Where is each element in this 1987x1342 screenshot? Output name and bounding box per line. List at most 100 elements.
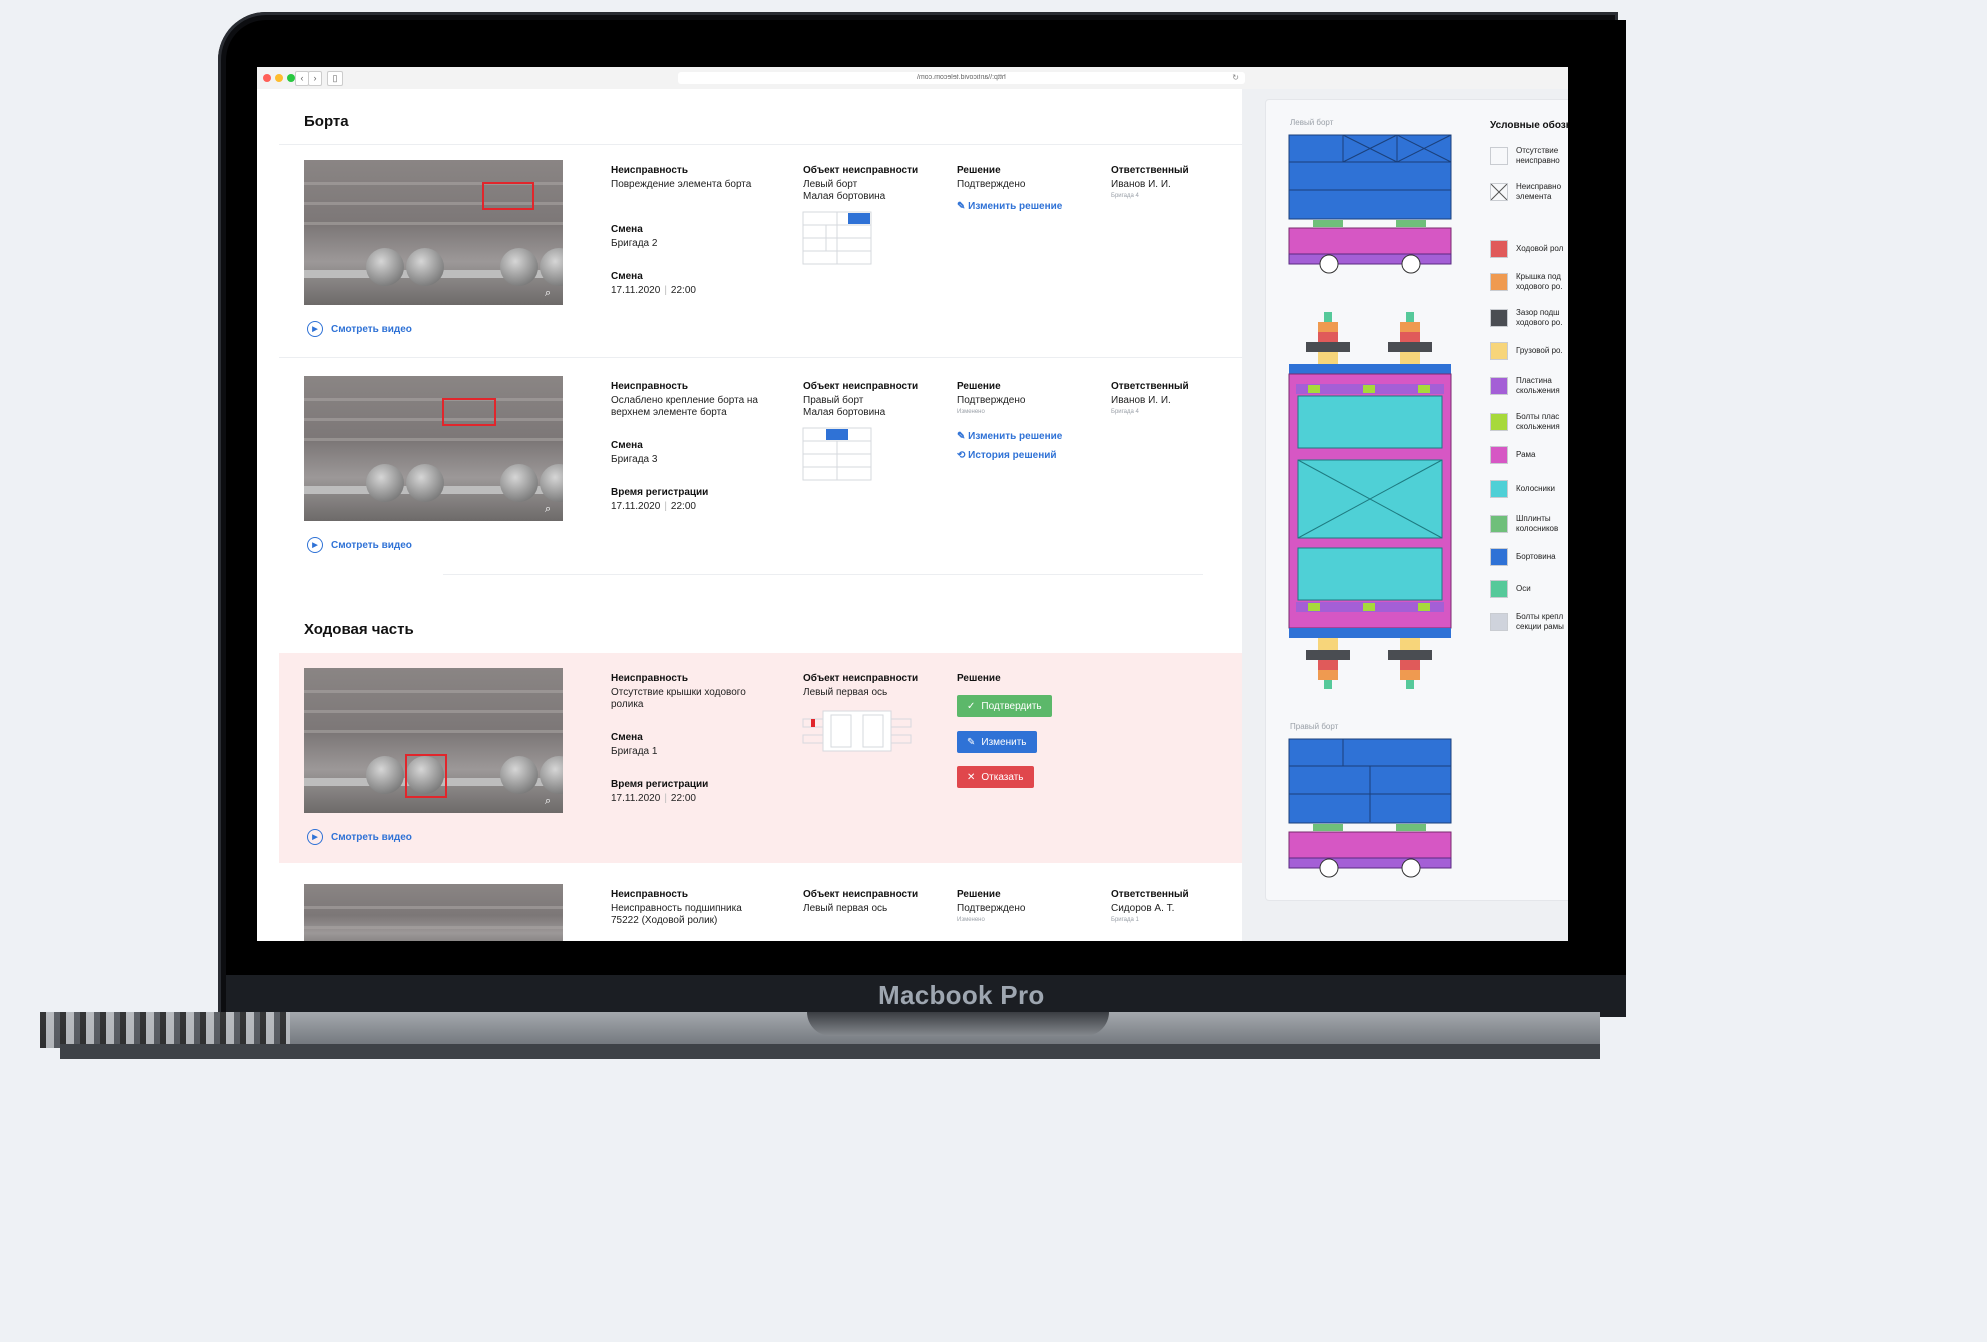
watch-video-link[interactable]: ▶ Смотреть видео — [307, 829, 412, 845]
fault-value: Отсутствие крышки ходового ролика — [611, 687, 746, 710]
change-decision-label: Изменить решение — [968, 431, 1063, 442]
decision-label: Решение — [957, 889, 1001, 900]
fault-photo[interactable] — [304, 884, 563, 941]
fault-label: Неисправность — [611, 165, 688, 176]
fault-label: Неисправность — [611, 673, 688, 684]
decision-history-label: История решений — [968, 450, 1057, 461]
time-label: Смена — [611, 271, 643, 282]
fault-highlight-box — [405, 754, 447, 798]
pencil-icon: ✎ — [967, 736, 976, 748]
minimize-window-button[interactable] — [275, 74, 283, 82]
responsible-value: Иванов И. И. — [1111, 179, 1171, 190]
axle-scheme-thumbnail — [802, 710, 912, 752]
decision-label: Решение — [957, 673, 1001, 684]
datetime-value: 17.11.2020 | 22:00 — [611, 285, 696, 296]
time-label: Время регистрации — [611, 779, 709, 790]
laptop-notch — [807, 1012, 1109, 1036]
zoom-icon[interactable]: ⌕ — [545, 503, 557, 515]
brigade-value: Бригада 4 — [1111, 409, 1139, 415]
legend-item: Крышка под ходового ро. — [1490, 272, 1562, 292]
fault-value: Ослаблено крепление борта на верхнем эле… — [611, 395, 758, 418]
legend-swatch — [1490, 548, 1508, 566]
section-title-running-gear: Ходовая часть — [304, 621, 414, 638]
decision-label: Решение — [957, 381, 1001, 392]
check-icon: ✓ — [967, 700, 976, 712]
legend-swatch — [1490, 273, 1508, 291]
legend-item: Зазор подш ходового ро. — [1490, 308, 1562, 328]
left-side-label: Левый борт — [1290, 118, 1334, 127]
legend-item: Колосники — [1490, 480, 1555, 498]
datetime-value: 17.11.2020 | 22:00 — [611, 793, 696, 804]
decision-history-link[interactable]: ⟲ История решений — [957, 450, 1057, 461]
fault-highlight-box — [442, 398, 496, 426]
shift-value: Бригада 1 — [611, 746, 658, 757]
date-value: 17.11.2020 — [611, 501, 661, 512]
legend-item: Пластина скольжения — [1490, 376, 1560, 396]
legend-swatch — [1490, 309, 1508, 327]
fault-card: ⌕ ▶ Смотреть видео Неисправность Поврежд… — [279, 145, 1242, 355]
zoom-icon[interactable]: ⌕ — [545, 287, 557, 299]
object-label: Объект неисправности — [803, 381, 919, 392]
shift-label: Смена — [611, 440, 643, 451]
back-icon[interactable]: ‹ — [295, 71, 309, 86]
legend-label: Болты плас скольжения — [1516, 412, 1560, 431]
legend-label: Ходовой рол — [1516, 244, 1564, 253]
scheme-card: Левый борт Правый борт Условные обозн От… — [1265, 99, 1568, 901]
sidebar-toggle-icon[interactable]: ▯ — [327, 71, 343, 86]
changed-note: Изменено — [957, 917, 985, 923]
datetime-value: 17.11.2020 | 22:00 — [611, 501, 696, 512]
maximize-window-button[interactable] — [287, 74, 295, 82]
change-decision-link[interactable]: ✎ Изменить решение — [957, 201, 1062, 212]
watch-video-link[interactable]: ▶ Смотреть видео — [307, 321, 412, 337]
close-window-button[interactable] — [263, 74, 271, 82]
url-bar[interactable]: http:\\anticovid.telecom.com\ ↻ — [678, 72, 1245, 84]
reject-label: Отказать — [981, 771, 1024, 783]
responsible-label: Ответственный — [1111, 165, 1189, 176]
legend-label: Болты крепл секции рамы — [1516, 612, 1564, 631]
change-decision-label: Изменить решение — [968, 201, 1063, 212]
right-side-scheme — [1288, 738, 1452, 878]
close-icon: ✕ — [967, 771, 976, 783]
legend-label: Неисправно элемента — [1516, 182, 1562, 201]
reject-button[interactable]: ✕ Отказать — [957, 766, 1034, 788]
legend-item: Болты крепл секции рамы — [1490, 612, 1564, 632]
legend-label: Бортовина — [1516, 552, 1556, 561]
object-label: Объект неисправности — [803, 673, 919, 684]
confirm-button[interactable]: ✓ Подтвердить — [957, 695, 1052, 717]
scheme-panel: Левый борт Правый борт Условные обозн От… — [1242, 89, 1568, 941]
forward-icon[interactable]: › — [308, 71, 322, 86]
browser-chrome: ‹ › ▯ http:\\anticovid.telecom.com\ ↻ — [257, 67, 1568, 90]
reload-icon[interactable]: ↻ — [1232, 72, 1239, 84]
play-icon: ▶ — [307, 321, 323, 337]
brigade-value: Бригада 4 — [1111, 193, 1139, 199]
legend-swatch — [1490, 342, 1508, 360]
responsible-value: Иванов И. И. — [1111, 395, 1171, 406]
legend-item: Бортовина — [1490, 548, 1556, 566]
fault-label: Неисправность — [611, 381, 688, 392]
legend-swatch — [1490, 377, 1508, 395]
change-decision-link[interactable]: ✎ Изменить решение — [957, 431, 1062, 442]
shift-value: Бригада 2 — [611, 238, 658, 249]
watch-video-link[interactable]: ▶ Смотреть видео — [307, 537, 412, 553]
decision-value: Подтверждено — [957, 179, 1026, 190]
time-value: 22:00 — [670, 501, 696, 512]
left-side-scheme — [1288, 134, 1452, 274]
legend-swatch — [1490, 240, 1508, 258]
fault-photo[interactable]: ⌕ — [304, 668, 563, 813]
fault-card: Неисправность Неисправность подшипника 7… — [279, 869, 1242, 941]
fault-photo[interactable]: ⌕ — [304, 376, 563, 521]
legend-label: Оси — [1516, 584, 1531, 593]
fault-photo[interactable]: ⌕ — [304, 160, 563, 305]
legend-swatch — [1490, 147, 1508, 165]
pencil-icon: ✎ — [957, 431, 966, 442]
screen: ‹ › ▯ http:\\anticovid.telecom.com\ ↻ Бо… — [257, 67, 1568, 941]
edit-button[interactable]: ✎ Изменить — [957, 731, 1037, 753]
object-label: Объект неисправности — [803, 889, 919, 900]
legend-swatch — [1490, 515, 1508, 533]
pencil-icon: ✎ — [957, 201, 966, 212]
fault-value: Повреждение элемента борта — [611, 179, 752, 190]
object-scheme-thumbnail — [802, 211, 872, 265]
zoom-icon[interactable]: ⌕ — [545, 795, 557, 807]
date-value: 17.11.2020 — [611, 793, 661, 804]
decision-label: Решение — [957, 165, 1001, 176]
